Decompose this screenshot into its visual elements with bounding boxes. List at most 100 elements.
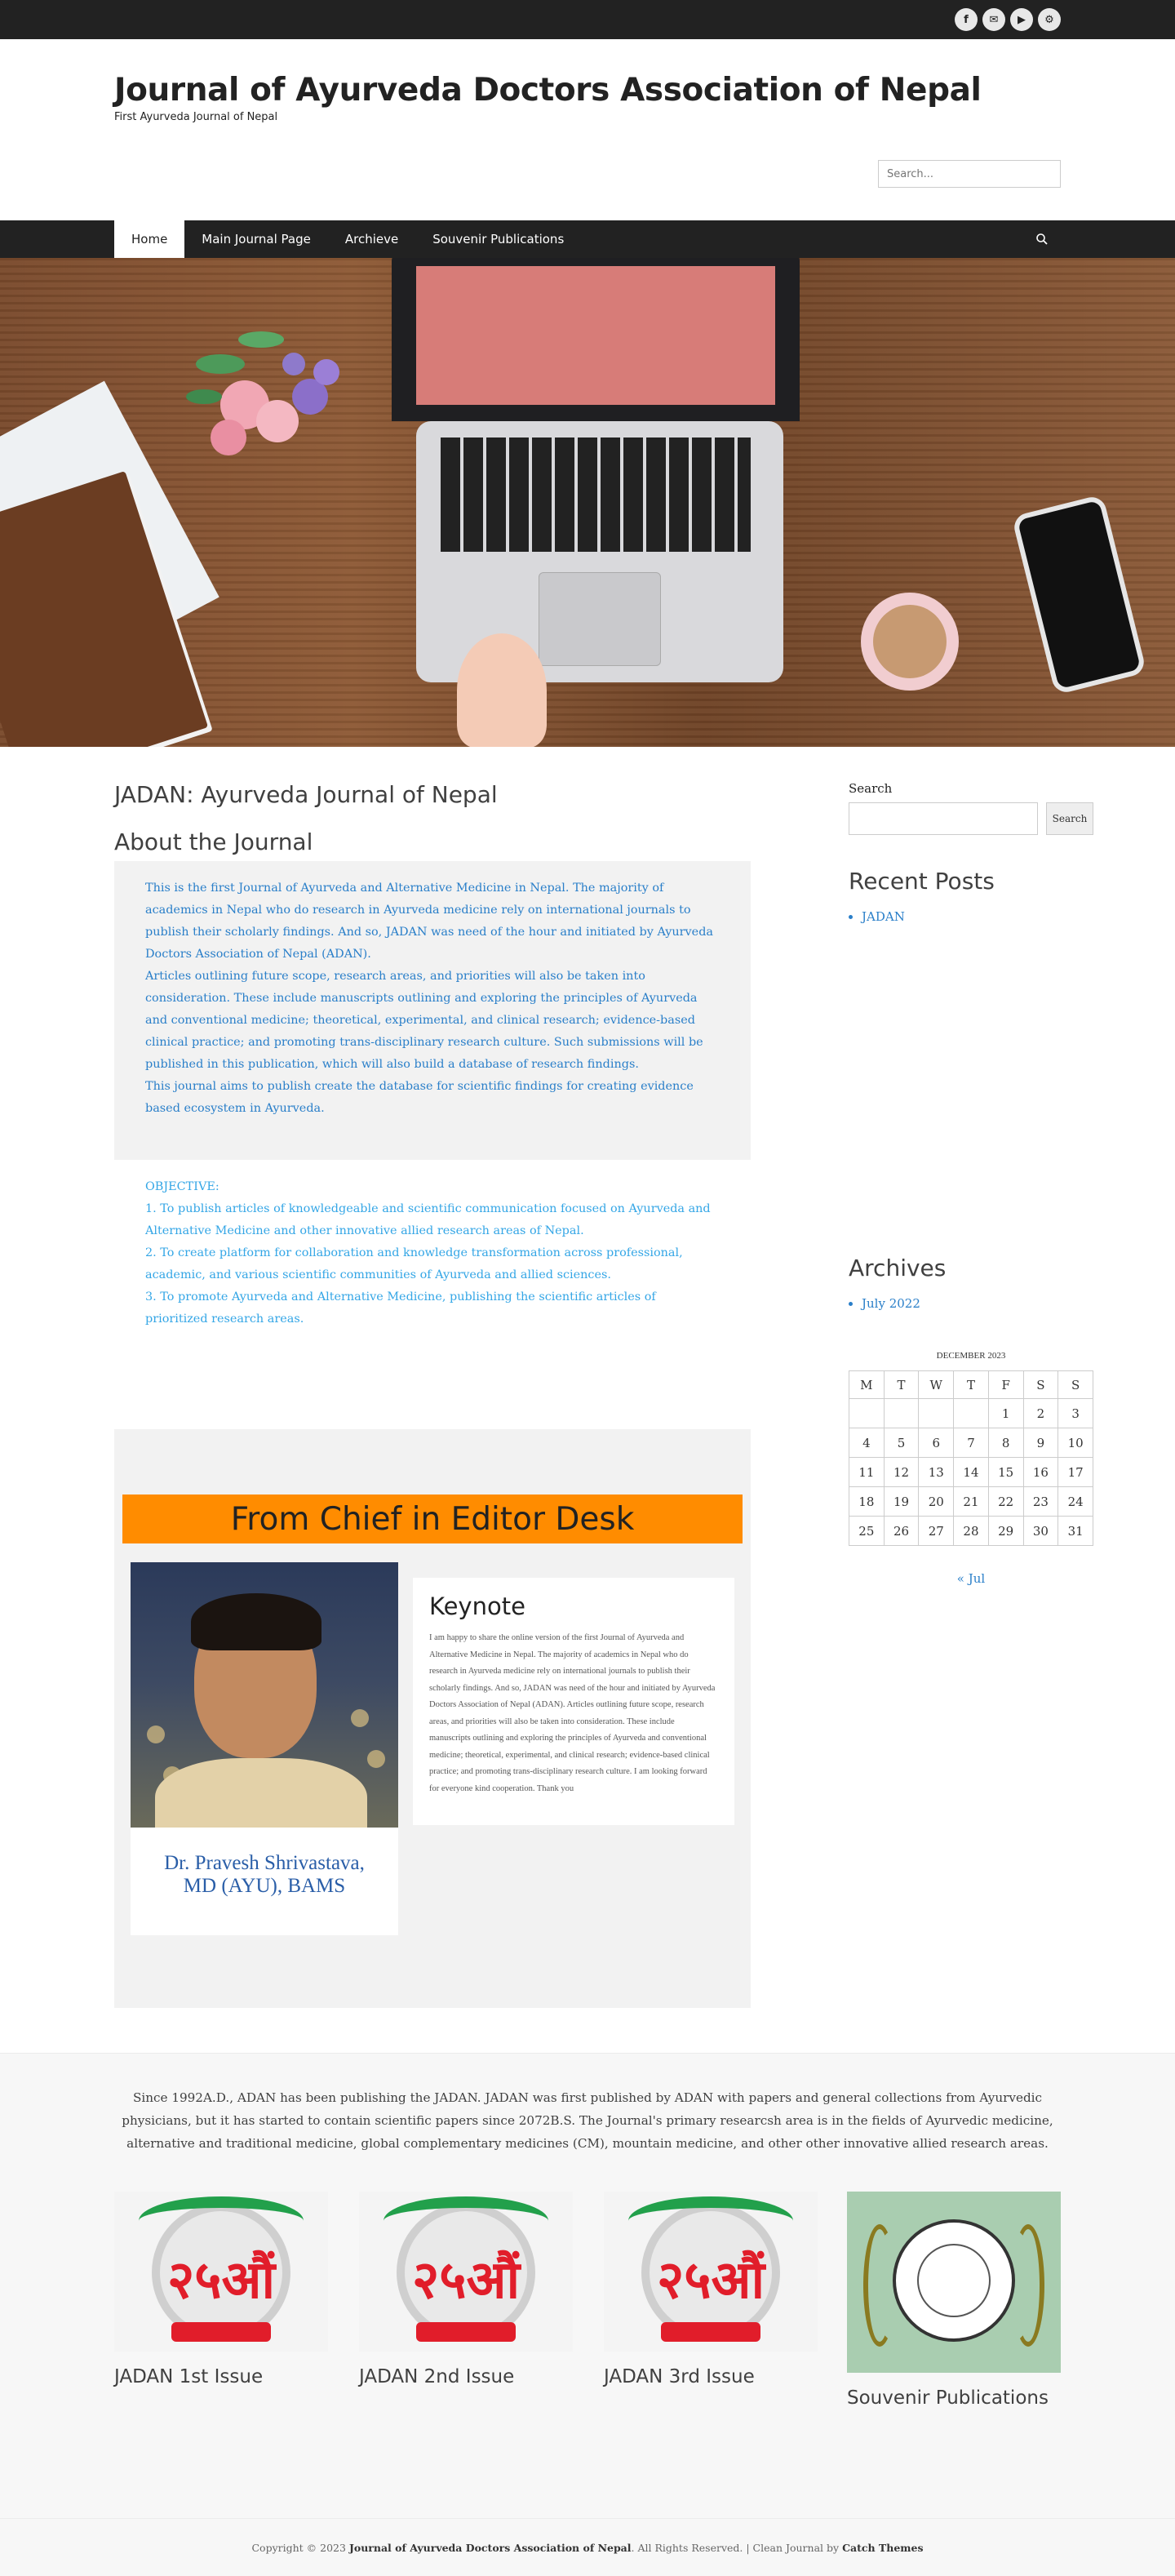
calendar-day: 19 xyxy=(883,1486,920,1517)
calendar-day: 29 xyxy=(987,1516,1024,1546)
facebook-icon[interactable]: f xyxy=(955,8,978,31)
calendar-day: 30 xyxy=(1022,1516,1059,1546)
calendar-day: 6 xyxy=(918,1428,955,1458)
calendar-day: 4 xyxy=(849,1428,885,1458)
recent-posts-list: JADAN xyxy=(862,907,905,926)
calendar-day: 13 xyxy=(918,1457,955,1487)
association-seal-logo xyxy=(847,2192,1061,2373)
site-title[interactable]: Journal of Ayurveda Doctors Association … xyxy=(114,72,982,109)
calendar-day: 2 xyxy=(1022,1398,1059,1428)
calendar-weekday: T xyxy=(883,1370,920,1399)
calendar-day: 9 xyxy=(1022,1428,1059,1458)
issue-title[interactable]: JADAN 1st Issue xyxy=(114,2366,328,2387)
calendar-weekday: S xyxy=(1058,1370,1093,1399)
calendar-week: 11 12 13 14 15 16 17 xyxy=(849,1457,1093,1487)
calendar-day: 27 xyxy=(918,1516,955,1546)
issue-card-3[interactable]: २५औं JADAN 3rd Issue xyxy=(604,2192,818,2387)
copyright-bar: Copyright © 2023 Journal of Ayurveda Doc… xyxy=(0,2518,1175,2576)
calendar: MTWTFSS 1 2 3 4 5 6 7 8 9 10 11 12 13 14 15 16 17 18 19 20 2… xyxy=(849,1370,1093,1546)
issue-title[interactable]: JADAN 2nd Issue xyxy=(359,2366,573,2387)
calendar-day: 1 xyxy=(987,1398,1024,1428)
youtube-icon[interactable]: ▶ xyxy=(1010,8,1033,31)
sidebar-search-button[interactable]: Search xyxy=(1046,802,1093,835)
calendar-day: 15 xyxy=(987,1457,1024,1487)
hero-flowers xyxy=(186,331,339,455)
calendar-day xyxy=(918,1398,955,1428)
calendar-weekday: T xyxy=(953,1370,989,1399)
theme-credit-link[interactable]: Catch Themes xyxy=(842,2542,923,2554)
hero-coffee xyxy=(873,605,947,678)
calendar-day xyxy=(953,1398,989,1428)
hero-keyboard xyxy=(441,437,751,552)
nav-item-archieve[interactable]: Archieve xyxy=(328,220,415,258)
calendar-day: 24 xyxy=(1058,1486,1093,1517)
intro-box: This is the first Journal of Ayurveda an… xyxy=(114,861,751,1160)
calendar-day: 14 xyxy=(953,1457,989,1487)
calendar-prev-link[interactable]: « Jul xyxy=(849,1571,1093,1586)
chief-editor-section: From Chief in Editor Desk Dr. Pravesh Sh… xyxy=(114,1429,751,2008)
archives-list: July 2022 xyxy=(862,1294,920,1313)
site-header: Journal of Ayurveda Doctors Association … xyxy=(0,39,1175,220)
calendar-week: 25 26 27 28 29 30 31 xyxy=(849,1516,1093,1546)
objective-section: OBJECTIVE: 1. To publish articles of kno… xyxy=(145,1176,716,1330)
archive-link[interactable]: July 2022 xyxy=(862,1294,920,1313)
nav-item-souvenir-publications[interactable]: Souvenir Publications xyxy=(415,220,581,258)
calendar-day: 3 xyxy=(1058,1398,1093,1428)
calendar-week: 18 19 20 21 22 23 24 xyxy=(849,1486,1093,1517)
nav-search-toggle[interactable] xyxy=(1023,220,1061,258)
anniversary-logo: २५औं xyxy=(359,2192,573,2352)
calendar-day: 8 xyxy=(987,1428,1024,1458)
footer-widgets: Since 1992A.D., ADAN has been publishing… xyxy=(0,2053,1175,2518)
search-icon xyxy=(1036,233,1048,245)
issue-title[interactable]: Souvenir Publications xyxy=(847,2387,1061,2409)
intro-paragraph: This is the first Journal of Ayurveda an… xyxy=(145,882,713,961)
objective-item: 1. To publish articles of knowledgeable … xyxy=(145,1202,711,1237)
calendar-day: 26 xyxy=(883,1516,920,1546)
calendar-day: 25 xyxy=(849,1516,885,1546)
objective-item: 3. To promote Ayurveda and Alternative M… xyxy=(145,1290,656,1326)
calendar-day: 7 xyxy=(953,1428,989,1458)
issue-card-1[interactable]: २५औं JADAN 1st Issue xyxy=(114,2192,328,2387)
sidebar-search-title: Search xyxy=(849,781,893,796)
anniversary-logo: २५औं xyxy=(114,2192,328,2352)
copyright-mid: . All Rights Reserved. | Clean Journal b… xyxy=(631,2541,840,2554)
keynote-text: I am happy to share the online version o… xyxy=(429,1633,716,1793)
calendar-day: 16 xyxy=(1022,1457,1059,1487)
calendar-weekday: W xyxy=(918,1370,955,1399)
hero-laptop-screen xyxy=(416,266,775,405)
top-bar: f ✉ ▶ ⚙ xyxy=(0,0,1175,39)
calendar-day: 18 xyxy=(849,1486,885,1517)
keynote-card: Keynote I am happy to share the online v… xyxy=(413,1578,734,1825)
hero-hand xyxy=(457,633,547,747)
nav-item-main-journal-page[interactable]: Main Journal Page xyxy=(184,220,328,258)
site-tagline: First Ayurveda Journal of Nepal xyxy=(114,111,278,123)
about-heading: About the Journal xyxy=(114,828,313,855)
souvenir-card[interactable]: Souvenir Publications xyxy=(847,2192,1061,2409)
email-icon[interactable]: ✉ xyxy=(982,8,1005,31)
share-icon[interactable]: ⚙ xyxy=(1038,8,1061,31)
chief-editor-banner: From Chief in Editor Desk xyxy=(122,1495,743,1543)
page-title: JADAN: Ayurveda Journal of Nepal xyxy=(114,781,498,808)
copyright-prefix: Copyright © 2023 xyxy=(251,2541,346,2554)
calendar-day: 28 xyxy=(953,1516,989,1546)
intro-paragraph: This journal aims to publish create the … xyxy=(145,1080,694,1115)
calendar-day: 21 xyxy=(953,1486,989,1517)
calendar-day: 22 xyxy=(987,1486,1024,1517)
objective-heading: OBJECTIVE: xyxy=(145,1180,219,1193)
anniversary-logo: २५औं xyxy=(604,2192,818,2352)
issue-title[interactable]: JADAN 3rd Issue xyxy=(604,2366,818,2387)
editor-photo xyxy=(131,1562,398,1828)
calendar-day xyxy=(883,1398,920,1428)
recent-post-link[interactable]: JADAN xyxy=(862,907,905,926)
issue-card-2[interactable]: २५औं JADAN 2nd Issue xyxy=(359,2192,573,2387)
calendar-day: 11 xyxy=(849,1457,885,1487)
calendar-day: 12 xyxy=(883,1457,920,1487)
nav-item-home[interactable]: Home xyxy=(114,220,185,258)
header-search-input[interactable] xyxy=(878,160,1061,188)
calendar-day xyxy=(849,1398,885,1428)
intro-paragraph: Articles outlining future scope, researc… xyxy=(145,970,703,1071)
copyright-site-link[interactable]: Journal of Ayurveda Doctors Association … xyxy=(349,2542,632,2554)
calendar-day: 20 xyxy=(918,1486,955,1517)
sidebar-search-input[interactable] xyxy=(849,802,1038,835)
content-area: JADAN: Ayurveda Journal of Nepal About t… xyxy=(114,747,1093,2053)
